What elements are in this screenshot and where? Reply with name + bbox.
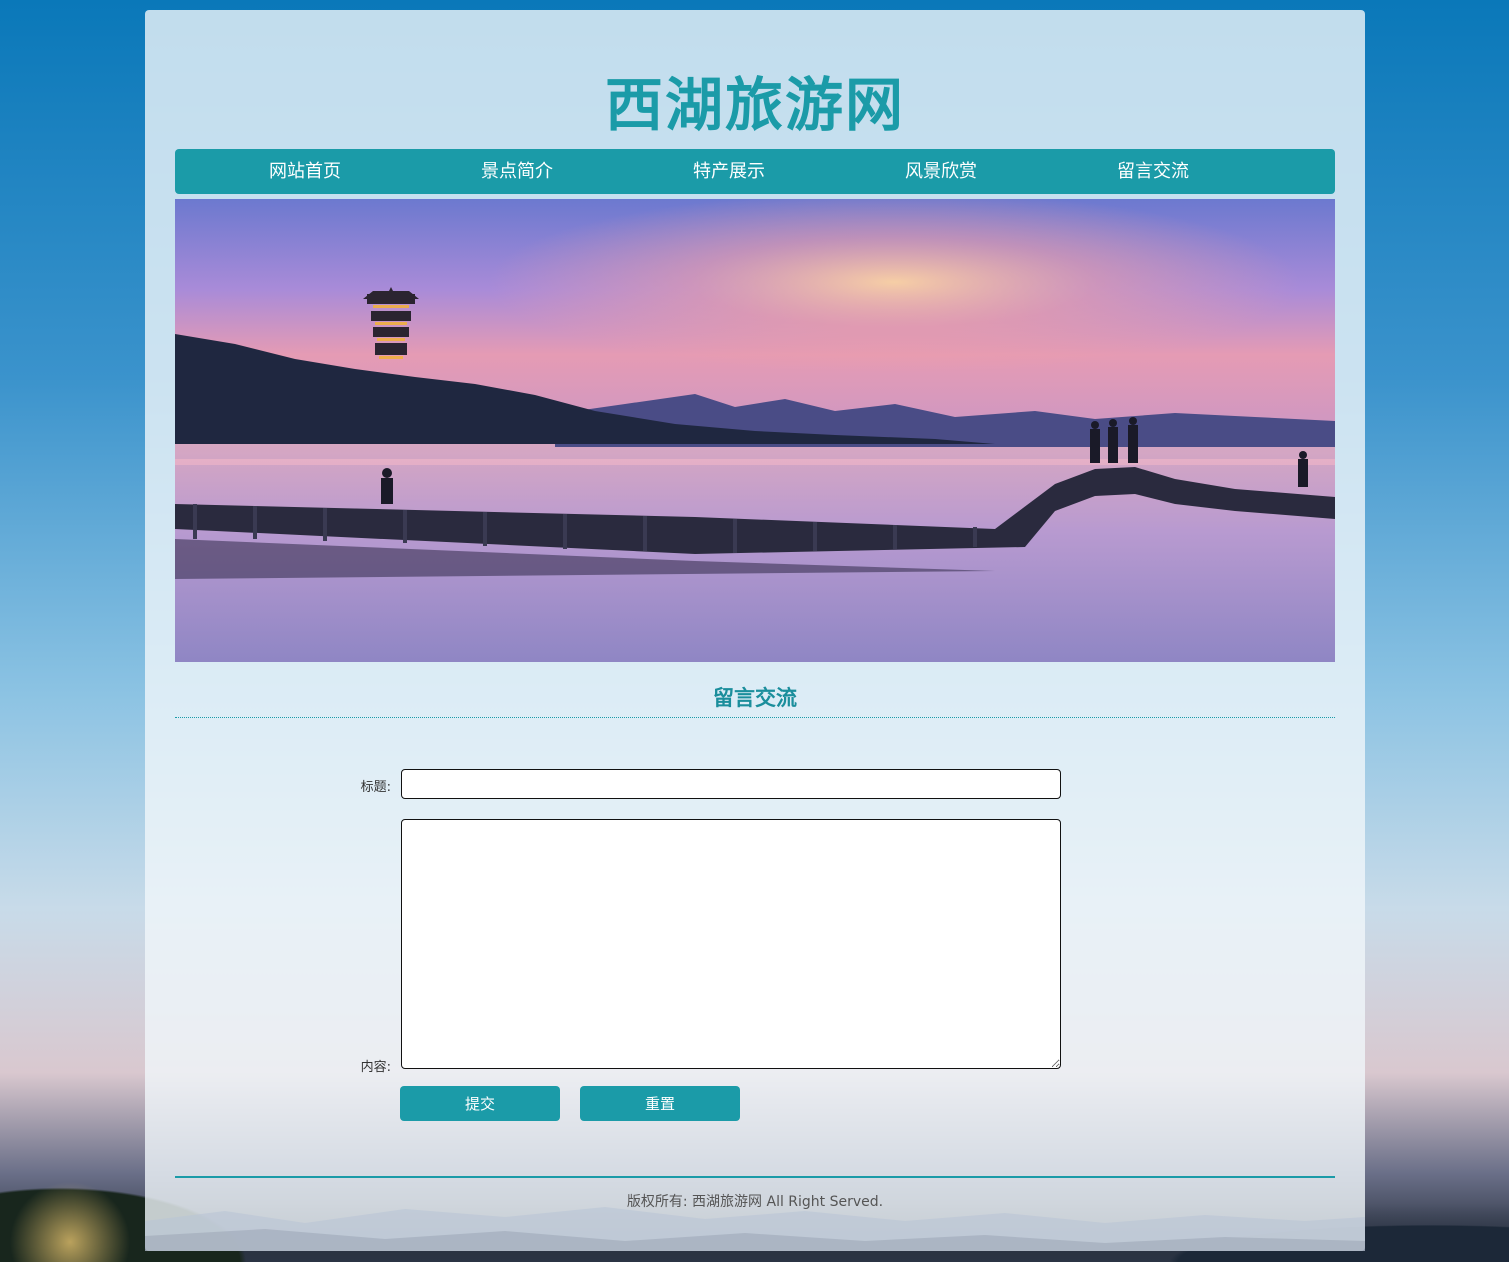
west-lake-sunset-photo bbox=[175, 199, 1335, 662]
section-title: 留言交流 bbox=[713, 686, 797, 710]
nav-item-home[interactable]: 网站首页 bbox=[235, 149, 375, 194]
title-input[interactable] bbox=[401, 769, 1061, 799]
main-nav: 网站首页 景点简介 特产展示 风景欣赏 留言交流 bbox=[175, 149, 1335, 194]
nav-item-specialties[interactable]: 特产展示 bbox=[659, 149, 799, 194]
section-divider bbox=[175, 717, 1335, 718]
footer-divider bbox=[175, 1176, 1335, 1178]
content-textarea[interactable] bbox=[401, 819, 1061, 1069]
submit-button[interactable]: 提交 bbox=[400, 1086, 560, 1121]
content-label: 内容: bbox=[360, 1060, 391, 1075]
nav-item-guestbook[interactable]: 留言交流 bbox=[1083, 149, 1223, 194]
nav-item-scenery[interactable]: 风景欣赏 bbox=[871, 149, 1011, 194]
page-container: 西湖旅游网 网站首页 景点简介 特产展示 风景欣赏 留言交流 留言交流 标题: … bbox=[145, 10, 1365, 1251]
nav-item-attractions[interactable]: 景点简介 bbox=[447, 149, 587, 194]
banner-image bbox=[175, 199, 1335, 662]
reset-button[interactable]: 重置 bbox=[580, 1086, 740, 1121]
site-logo: 西湖旅游网 bbox=[604, 71, 905, 139]
footer-copyright: 版权所有: 西湖旅游网 All Right Served. bbox=[626, 1194, 884, 1210]
background-city-lights bbox=[0, 1172, 150, 1262]
title-label: 标题: bbox=[360, 780, 391, 795]
